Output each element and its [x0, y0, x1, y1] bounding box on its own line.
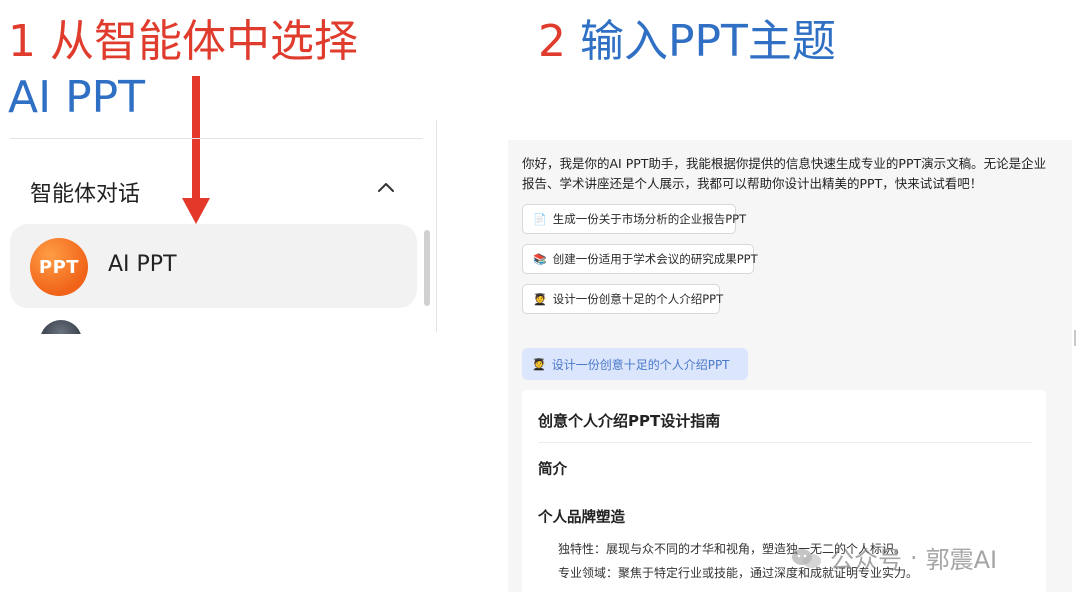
- divider: [10, 138, 423, 139]
- agent-sidebar: 智能体对话 PPT AI PPT: [10, 120, 438, 334]
- user-message: 🧑‍🎓 设计一份创意十足的个人介绍PPT: [522, 348, 748, 380]
- step2-text: 输入PPT主题: [579, 16, 836, 67]
- step1-text: 从智能体中选择: [49, 16, 358, 67]
- books-icon: 📚: [533, 252, 547, 266]
- sidebar-item-ai-ppt[interactable]: PPT AI PPT: [10, 224, 417, 308]
- graduate-icon: 🧑‍🎓: [533, 292, 547, 306]
- step2-heading: 2 输入PPT主题: [538, 16, 836, 68]
- answer-section-heading: 简介: [538, 462, 567, 478]
- chat-panel: 你好，我是你的AI PPT助手，我能根据你提供的信息快速生成专业的PPT演示文稿…: [508, 140, 1072, 592]
- agent-section-title: 智能体对话: [30, 182, 141, 207]
- suggestion-button[interactable]: 📚 创建一份适用于学术会议的研究成果PPT: [522, 244, 758, 274]
- document-icon: 📄: [533, 212, 547, 226]
- watermark: 公众号 · 郭震AI: [790, 540, 997, 575]
- step2-number: 2: [538, 16, 580, 67]
- watermark-dot: ·: [910, 543, 918, 572]
- suggestion-label: 创建一份适用于学术会议的研究成果PPT: [552, 252, 758, 266]
- answer-section-heading: 个人品牌塑造: [538, 510, 625, 526]
- avatar[interactable]: [40, 320, 82, 334]
- step1-subheading: AI PPT: [8, 72, 146, 123]
- suggestion-label: 生成一份关于市场分析的企业报告PPT: [552, 212, 747, 226]
- user-message-text: 设计一份创意十足的个人介绍PPT: [551, 357, 730, 372]
- avatar: PPT: [30, 238, 88, 296]
- step1-number: 1: [8, 16, 50, 67]
- sidebar-item-label: AI PPT: [108, 252, 177, 277]
- chevron-up-icon[interactable]: [376, 178, 396, 198]
- answer-title: 创意个人介绍PPT设计指南: [538, 412, 721, 430]
- graduate-icon: 🧑‍🎓: [532, 357, 546, 371]
- assistant-greeting: 你好，我是你的AI PPT助手，我能根据你提供的信息快速生成专业的PPT演示文稿…: [522, 156, 1047, 191]
- watermark-text: 公众号: [830, 546, 902, 574]
- watermark-author: 郭震AI: [925, 546, 998, 574]
- suggestion-button[interactable]: 📄 生成一份关于市场分析的企业报告PPT: [522, 204, 746, 234]
- suggestion-button[interactable]: 🧑‍🎓 设计一份创意十足的个人介绍PPT: [522, 284, 724, 314]
- divider: [1074, 330, 1076, 346]
- suggestion-label: 设计一份创意十足的个人介绍PPT: [552, 292, 724, 306]
- divider: [538, 442, 1032, 443]
- wechat-icon: [792, 548, 821, 568]
- scrollbar[interactable]: [424, 230, 430, 306]
- divider: [436, 120, 437, 332]
- step1-heading: 1 从智能体中选择: [8, 16, 358, 68]
